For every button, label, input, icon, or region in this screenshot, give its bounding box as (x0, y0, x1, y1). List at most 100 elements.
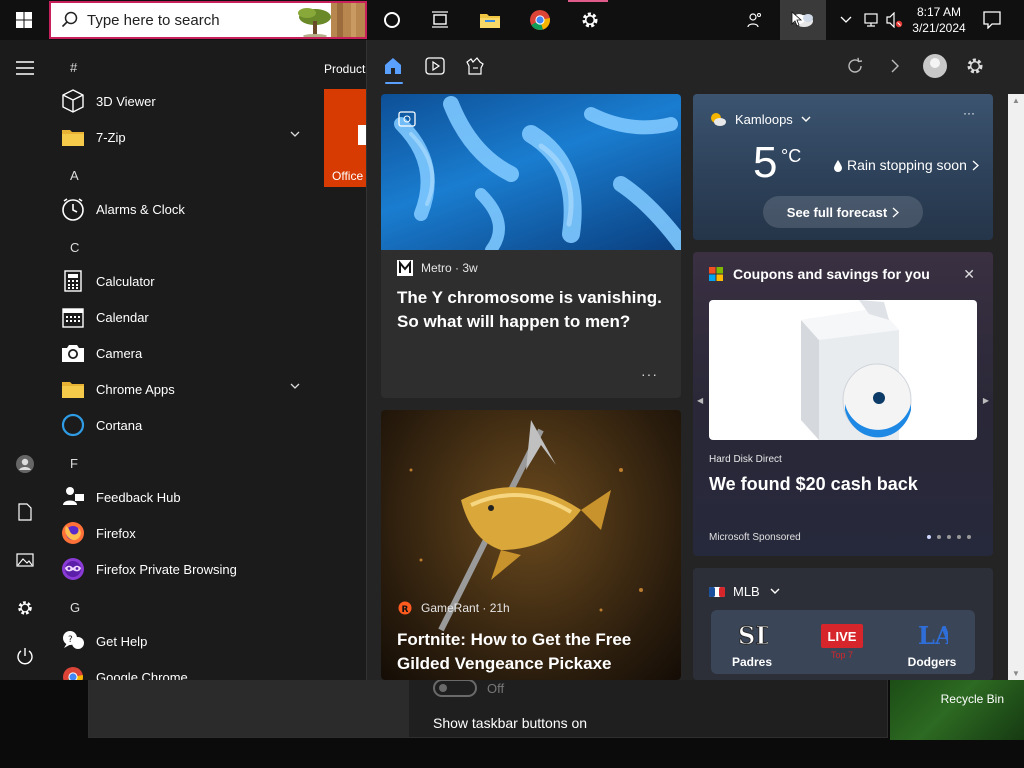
recycle-bin[interactable]: Recycle Bin (890, 680, 1024, 740)
settings-icon (582, 12, 598, 28)
app-calendar[interactable]: Calendar (50, 299, 314, 335)
clock-time: 8:17 AM (916, 5, 962, 19)
news-interests-button[interactable] (780, 0, 826, 40)
section-letter-g[interactable]: G (70, 600, 80, 615)
app-camera[interactable]: Camera (50, 335, 314, 371)
expand-menu-button[interactable] (0, 46, 50, 90)
app-label: Firefox (96, 525, 136, 541)
account-button[interactable] (0, 442, 50, 486)
coupons-title: Coupons and savings for you (733, 266, 930, 282)
mlb-scores-card[interactable]: MLB SD Padres LIVE Top 7 LA Dodgers (693, 568, 993, 680)
mlb-logo-icon (709, 586, 725, 597)
weather-more-button[interactable]: ··· (963, 106, 975, 120)
carousel-dot[interactable] (957, 535, 961, 539)
news-settings-button[interactable] (959, 52, 991, 80)
office-tile[interactable]: Office (324, 89, 366, 187)
help-icon: ? (63, 631, 84, 649)
chrome-taskbar-button[interactable] (516, 0, 564, 40)
start-settings-button[interactable] (0, 586, 50, 630)
scroll-up-icon[interactable]: ▲ (1012, 96, 1020, 105)
network-icon (864, 13, 878, 27)
inning-status: Top 7 (830, 650, 854, 660)
article-card-chromosome[interactable]: Metro · 3w The Y chromosome is vanishing… (381, 94, 681, 398)
section-letter-hash[interactable]: # (70, 60, 77, 75)
volume-button[interactable] (884, 0, 906, 40)
notification-icon (983, 11, 1001, 29)
profile-button[interactable] (919, 52, 951, 80)
mlb-title: MLB (733, 584, 760, 599)
news-home-tab[interactable] (377, 52, 409, 80)
news-scrollbar[interactable]: ▲ ▼ (1008, 94, 1024, 680)
section-letter-c[interactable]: C (70, 240, 79, 255)
taskbar-search-box[interactable] (49, 1, 367, 39)
documents-button[interactable] (0, 490, 50, 534)
cortana-button[interactable] (368, 0, 416, 40)
app-chrome-apps-folder[interactable]: Chrome Apps (50, 371, 314, 407)
gamerant-logo-icon: R (397, 600, 413, 616)
article-more-button[interactable]: ··· (641, 366, 658, 382)
next-button[interactable] (879, 52, 911, 80)
start-button[interactable] (0, 0, 48, 40)
app-label: Calendar (96, 309, 149, 325)
chevron-down-icon (290, 383, 300, 389)
app-feedback-hub[interactable]: Feedback Hub (50, 479, 314, 515)
article-card-fortnite[interactable]: R GameRant · 21h Fortnite: How to Get th… (381, 410, 681, 680)
network-button[interactable] (860, 0, 882, 40)
carousel-dot[interactable] (927, 535, 931, 539)
task-view-button[interactable] (416, 0, 464, 40)
app-calculator[interactable]: Calculator (50, 263, 314, 299)
app-7zip-folder[interactable]: 7-Zip (50, 119, 314, 155)
carousel-prev-button[interactable]: ◀ (697, 396, 703, 405)
coupon-brand: Hard Disk Direct (709, 454, 782, 465)
app-3d-viewer[interactable]: 3D Viewer (50, 83, 314, 119)
settings-icon (967, 58, 983, 74)
app-alarms-clock[interactable]: Alarms & Clock (50, 191, 314, 227)
carousel-dot[interactable] (937, 535, 941, 539)
search-input[interactable] (87, 3, 287, 37)
weather-location[interactable]: Kamloops (709, 111, 811, 127)
show-hidden-icons-button[interactable] (836, 0, 856, 40)
mlb-game-tile[interactable]: SD Padres LIVE Top 7 LA Dodgers (711, 610, 975, 674)
section-letter-f[interactable]: F (70, 456, 78, 471)
refresh-button[interactable] (839, 52, 871, 80)
chevron-down-icon (290, 131, 300, 137)
pictures-button[interactable] (0, 538, 50, 582)
close-icon[interactable]: ✕ (963, 266, 975, 283)
live-badge: LIVE (821, 624, 863, 648)
section-letter-a[interactable]: A (70, 168, 79, 183)
coupons-card[interactable]: Coupons and savings for you ✕ ◀ ▶ Hard D… (693, 252, 993, 556)
coupon-headline[interactable]: We found $20 cash back (709, 474, 918, 495)
app-firefox-private[interactable]: Firefox Private Browsing (50, 551, 314, 587)
app-label: Google Chrome (96, 669, 188, 681)
news-games-tab[interactable] (459, 52, 491, 80)
file-explorer-icon (480, 14, 500, 28)
app-google-chrome[interactable]: Google Chrome (50, 659, 314, 680)
power-button[interactable] (0, 634, 50, 678)
carousel-dot[interactable] (967, 535, 971, 539)
refresh-icon (848, 57, 863, 73)
weather-condition[interactable]: Rain stopping soon (833, 157, 979, 173)
carousel-next-button[interactable]: ▶ (983, 396, 989, 405)
scroll-down-icon[interactable]: ▼ (1012, 669, 1020, 678)
news-video-tab[interactable] (419, 52, 451, 80)
weather-card[interactable]: Kamloops ··· 5 °C Rain stopping soon See… (693, 94, 993, 240)
mlb-header[interactable]: MLB (709, 584, 780, 599)
article-age: 21h (489, 601, 510, 615)
article-headline[interactable]: Fortnite: How to Get the Free Gilded Ven… (397, 628, 667, 676)
tiles-group-heading[interactable]: Product (324, 62, 365, 76)
app-label: 3D Viewer (96, 93, 156, 109)
taskbar-clock[interactable]: 8:17 AM 3/21/2024 (910, 0, 968, 40)
metro-logo-icon (397, 260, 413, 276)
app-cortana[interactable]: Cortana (50, 407, 314, 443)
article-headline[interactable]: The Y chromosome is vanishing. So what w… (397, 286, 667, 334)
action-center-button[interactable] (972, 0, 1012, 40)
app-firefox[interactable]: Firefox (50, 515, 314, 551)
carousel-dot[interactable] (947, 535, 951, 539)
chevron-down-icon (770, 588, 780, 594)
people-button[interactable] (738, 0, 772, 40)
app-get-help[interactable]: ? Get Help (50, 623, 314, 659)
settings-taskbar-button[interactable] (566, 0, 614, 40)
file-explorer-button[interactable] (466, 0, 514, 40)
see-full-forecast-button[interactable]: See full forecast (763, 196, 923, 228)
taskbar-toggle-switch[interactable] (433, 679, 477, 697)
